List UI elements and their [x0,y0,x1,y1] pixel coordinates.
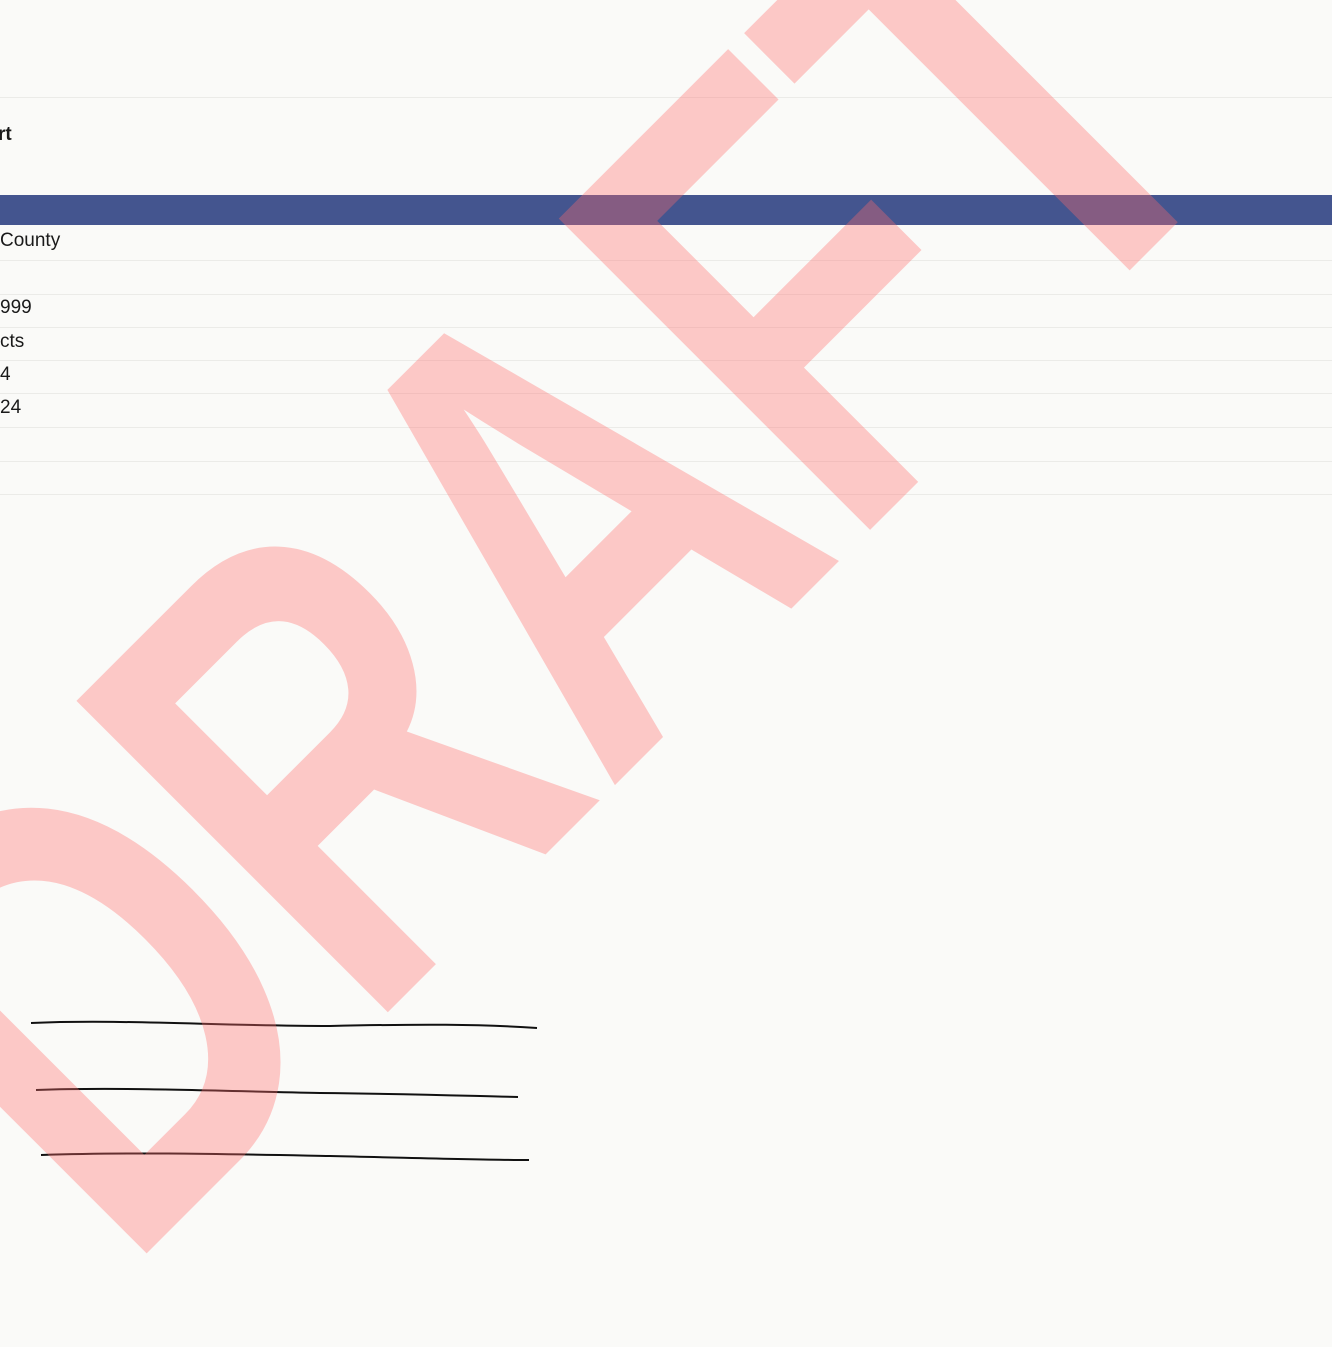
signature-line-2 [35,1087,519,1098]
signature-line-1 [30,1020,538,1029]
document-page: rt County 999 cts 4 24 DRAFT [0,0,1332,1347]
signature-lines [30,1020,538,1161]
signature-line-3 [40,1152,530,1161]
